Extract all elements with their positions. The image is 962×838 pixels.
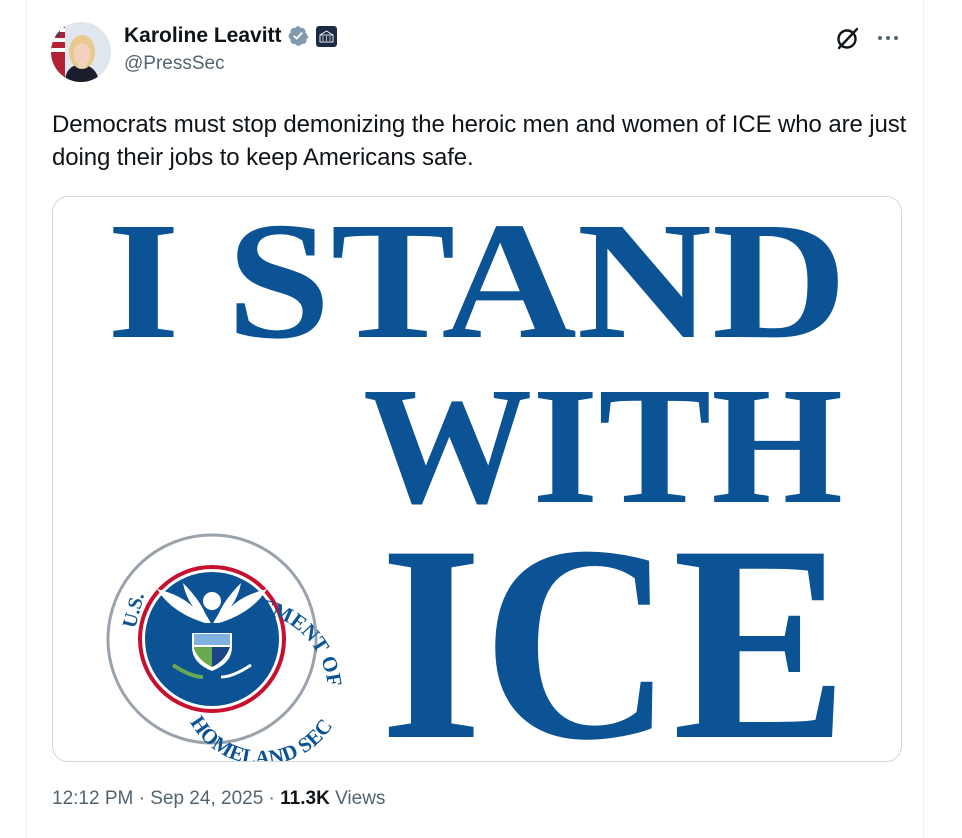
tweet-time[interactable]: 12:12 PM [52,788,133,809]
author-handle[interactable]: @PressSec [124,53,337,75]
white-house-affiliation-icon[interactable] [315,25,337,47]
meta-separator: · [268,788,275,809]
tweet-meta: 12:12 PM · Sep 24, 2025 · 11.3K Views [52,788,385,810]
media-line-3: ICE [380,487,848,761]
author-display-name[interactable]: Karoline Leavitt [124,24,282,48]
i-stand-with-ice-graphic: I STAND WITH ICE DEPARTMENT OF HOMELAND … [102,197,848,761]
tweet-date[interactable]: Sep 24, 2025 [150,788,263,809]
views-label: Views [335,788,386,809]
more-horizontal-icon[interactable] [873,24,903,52]
meta-separator: · [138,788,145,809]
media-line-1: I STAND [107,197,847,374]
dhs-seal: DEPARTMENT OF HOMELAND SECURITY U.S. [102,518,346,761]
tweet-media-image[interactable]: I STAND WITH ICE DEPARTMENT OF HOMELAND … [52,196,902,762]
author-avatar[interactable] [51,22,111,82]
author-header: Karoline Leavitt @PressSec [124,22,337,75]
grok-icon[interactable] [834,24,862,52]
avatar-image [51,22,111,82]
name-row: Karoline Leavitt [124,22,337,50]
tweet-text: Democrats must stop demonizing the heroi… [52,111,907,171]
verified-badge-icon[interactable] [287,25,309,47]
views-count: 11.3K [280,788,330,809]
tweet-card: Karoline Leavitt @PressSec Democrats mus… [26,0,924,838]
